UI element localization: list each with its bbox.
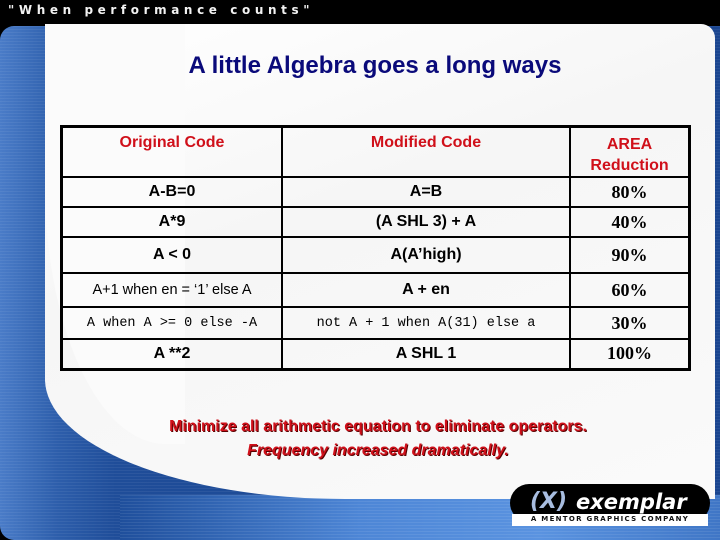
header-modified-code: Modified Code <box>281 125 571 178</box>
area-reduction-cell: 40% <box>569 206 691 238</box>
table-row: A **2 A SHL 1 100% <box>60 338 691 370</box>
original-code-cell: A*9 <box>60 206 283 238</box>
area-reduction-cell: 80% <box>569 176 691 208</box>
table-row: A*9 (A SHL 3) + A 40% <box>60 206 691 238</box>
original-code-cell: A+1 when en = ‘1’ else A <box>60 272 283 308</box>
modified-code-cell: A SHL 1 <box>281 338 571 370</box>
logo-subtitle: A MENTOR GRAPHICS COMPANY <box>530 515 690 523</box>
original-code-cell: A **2 <box>60 338 283 370</box>
header-original-code: Original Code <box>60 125 283 178</box>
modified-code-cell: A(A’high) <box>281 236 571 274</box>
modified-code-cell: not A + 1 when A(31) else a <box>281 306 571 340</box>
area-reduction-cell: 100% <box>569 338 691 370</box>
area-reduction-cell: 60% <box>569 272 691 308</box>
table-row: A < 0 A(A’high) 90% <box>60 236 691 274</box>
modified-code-cell: A=B <box>281 176 571 208</box>
header-area-reduction: AREA Reduction <box>569 125 691 178</box>
area-reduction-cell: 90% <box>569 236 691 274</box>
header-bar: "When performance counts" <box>0 0 720 24</box>
original-code-cell: A < 0 <box>60 236 283 274</box>
area-reduction-cell: 30% <box>569 306 691 340</box>
original-code-cell: A when A >= 0 else -A <box>60 306 283 340</box>
slide-title: A little Algebra goes a long ways <box>188 52 562 79</box>
modified-code-cell: A + en <box>281 272 571 308</box>
table-row: A when A >= 0 else -A not A + 1 when A(3… <box>60 306 691 340</box>
tagline: "When performance counts" <box>8 3 315 17</box>
table-row: A-B=0 A=B 80% <box>60 176 691 208</box>
note-minimize-arithmetic: Minimize all arithmetic equation to elim… <box>169 418 587 435</box>
exemplar-x-icon: (X) <box>530 489 568 514</box>
modified-code-cell: (A SHL 3) + A <box>281 206 571 238</box>
logo-name: exemplar <box>576 490 687 514</box>
original-code-cell: A-B=0 <box>60 176 283 208</box>
note-frequency-increased: Frequency increased dramatically. <box>247 442 509 459</box>
table-row: A+1 when en = ‘1’ else A A + en 60% <box>60 272 691 308</box>
code-comparison-table: Original Code Modified Code AREA Reducti… <box>60 125 691 371</box>
table-header-row: Original Code Modified Code AREA Reducti… <box>60 125 691 178</box>
